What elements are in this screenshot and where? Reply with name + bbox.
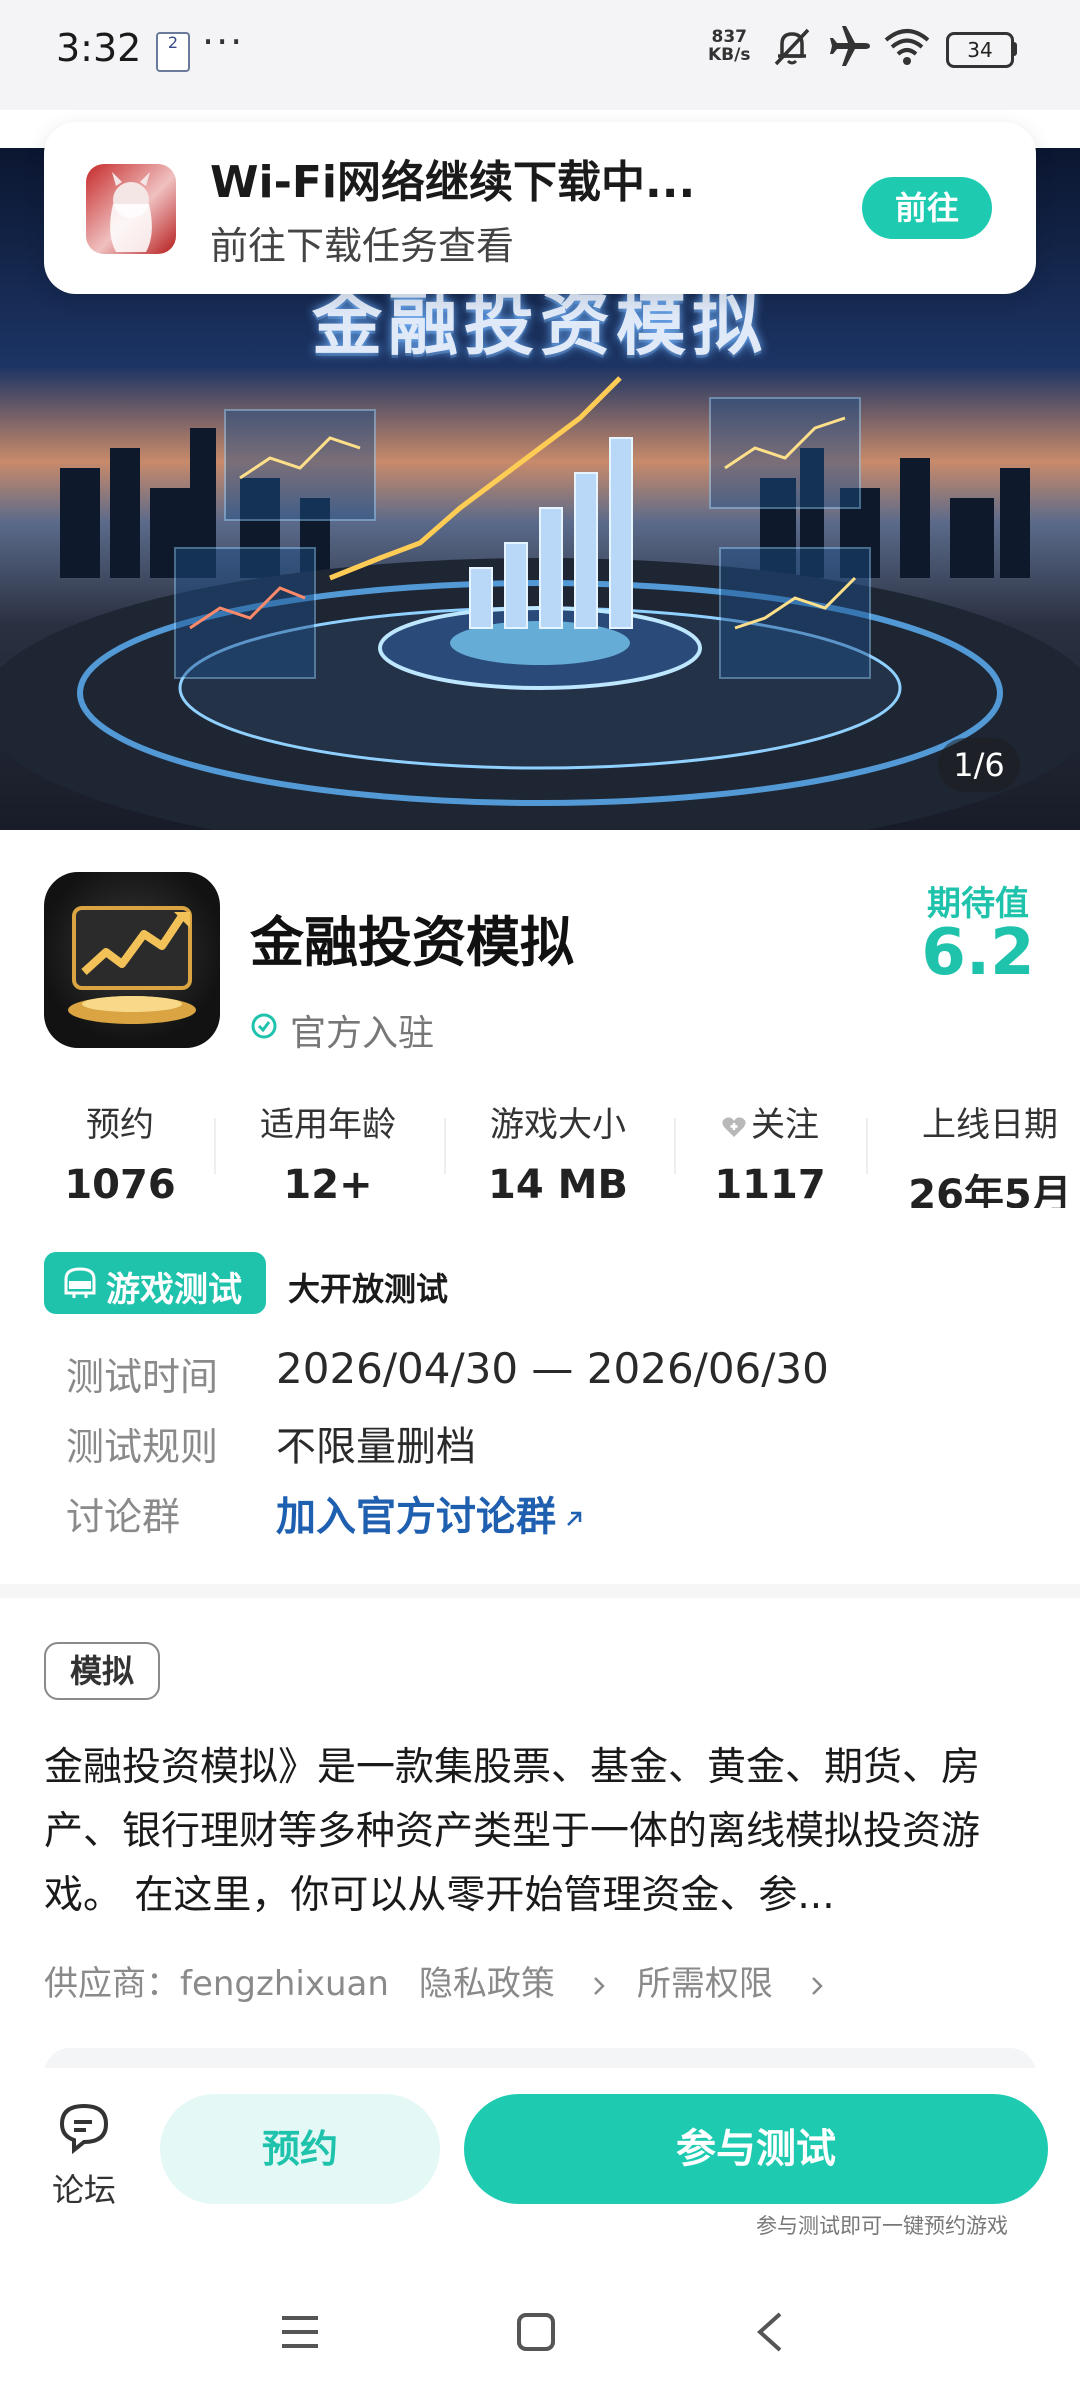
divider bbox=[866, 1118, 868, 1174]
stat-value: 12+ bbox=[283, 1162, 373, 1208]
more-notifications-icon: ··· bbox=[202, 20, 245, 64]
stat-reservations: 预约 1076 bbox=[10, 1098, 230, 1208]
stat-label: 上线日期 bbox=[922, 1105, 1058, 1145]
divider bbox=[214, 1118, 216, 1174]
join-discussion-link[interactable]: 加入官方讨论群 bbox=[276, 1484, 586, 1542]
stat-label-text: 关注 bbox=[751, 1105, 819, 1145]
section-divider bbox=[0, 1584, 1080, 1598]
join-test-hint: 参与测试即可一键预约游戏 bbox=[756, 2214, 1008, 2238]
test-time-label: 测试时间 bbox=[66, 1355, 219, 1399]
test-time-value: 2026/04/30 — 2026/06/30 bbox=[276, 1344, 829, 1393]
permissions-link[interactable]: 所需权限 bbox=[637, 1964, 825, 2004]
stat-label: 适用年龄 bbox=[260, 1105, 396, 1145]
stat-label: 游戏大小 bbox=[490, 1105, 626, 1145]
battery-indicator: 34 bbox=[946, 32, 1014, 68]
stat-label: 预约 bbox=[86, 1105, 154, 1145]
stat-value: 1117 bbox=[714, 1162, 826, 1208]
test-rule-value: 不限量删档 bbox=[276, 1424, 476, 1470]
test-type: 大开放测试 bbox=[288, 1270, 449, 1308]
notification-subtitle: 前往下载任务查看 bbox=[210, 224, 515, 268]
app-name: 金融投资模拟 bbox=[250, 911, 574, 974]
official-verified-label: 官方入驻 bbox=[290, 1013, 435, 1054]
chevron-right-icon bbox=[812, 1976, 823, 1995]
privacy-policy-link[interactable]: 隐私政策 bbox=[419, 1964, 607, 2004]
app-icon bbox=[44, 872, 220, 1048]
stats-row: 预约 1076 适用年龄 12+ 游戏大小 14 MB 关注 1117 上线日期… bbox=[0, 1098, 1080, 1208]
meta-links-row: 供应商：fengzhixuan 隐私政策 所需权限 bbox=[44, 1956, 855, 2005]
airplane-mode-icon bbox=[830, 26, 870, 66]
follow-heart-icon bbox=[722, 1116, 746, 1137]
home-icon[interactable] bbox=[514, 2310, 558, 2354]
chevron-right-icon bbox=[594, 1976, 605, 1995]
game-description[interactable]: 金融投资模拟》是一款集股票、基金、黄金、期货、房产、银行理财等多种资产类型于一体… bbox=[44, 1736, 1036, 1928]
stock-chart-icon bbox=[68, 906, 196, 1024]
forum-label[interactable]: 论坛 bbox=[52, 2165, 116, 2211]
reserve-button[interactable]: 预约 bbox=[160, 2094, 440, 2204]
status-time: 3:32 bbox=[56, 26, 142, 70]
game-test-label: 游戏测试 bbox=[106, 1270, 242, 1310]
stat-game-size: 游戏大小 14 MB bbox=[448, 1098, 668, 1208]
back-icon[interactable] bbox=[752, 2310, 788, 2354]
stat-release-date: 上线日期 26年5月 bbox=[880, 1098, 1080, 1208]
notification-app-icon bbox=[86, 164, 176, 254]
stat-value: 26年5月 bbox=[908, 1172, 1072, 1208]
carousel-counter: 1/6 bbox=[938, 738, 1020, 792]
stat-value: 1076 bbox=[64, 1162, 176, 1208]
network-speed: 837 KB/s bbox=[708, 28, 750, 64]
divider bbox=[444, 1118, 446, 1174]
sim-badge: 2 bbox=[156, 32, 190, 72]
go-to-downloads-button[interactable]: 前往 bbox=[862, 177, 992, 239]
network-speed-value: 837 bbox=[711, 27, 747, 47]
test-rule-label: 测试规则 bbox=[66, 1425, 219, 1469]
battery-tip bbox=[1012, 42, 1017, 56]
external-link-icon bbox=[567, 1511, 582, 1526]
discussion-group-label: 讨论群 bbox=[66, 1495, 181, 1539]
genre-tag[interactable]: 模拟 bbox=[44, 1642, 160, 1700]
character-art-icon bbox=[110, 172, 152, 252]
test-icon bbox=[64, 1267, 96, 1298]
supplier-label: 供应商：fengzhixuan bbox=[44, 1964, 389, 2004]
verified-icon bbox=[251, 1013, 277, 1039]
stat-value: 14 MB bbox=[488, 1162, 628, 1208]
mute-icon bbox=[774, 28, 810, 66]
permissions-text[interactable]: 所需权限 bbox=[637, 1964, 773, 2004]
join-discussion-text[interactable]: 加入官方讨论群 bbox=[276, 1494, 556, 1540]
privacy-policy-text[interactable]: 隐私政策 bbox=[419, 1964, 555, 2004]
stat-label-row: 关注 bbox=[660, 1098, 880, 1152]
stat-followers[interactable]: 关注 1117 bbox=[660, 1098, 880, 1208]
join-test-button[interactable]: 参与测试 bbox=[464, 2094, 1048, 2204]
notification-title: Wi-Fi网络继续下载中... bbox=[210, 157, 696, 208]
expectation-score: 6.2 bbox=[921, 916, 1035, 990]
wifi-icon bbox=[884, 29, 930, 65]
network-speed-unit: KB/s bbox=[708, 45, 751, 65]
recent-apps-icon[interactable] bbox=[278, 2312, 322, 2352]
forum-icon[interactable] bbox=[56, 2100, 112, 2154]
stat-age-rating: 适用年龄 12+ bbox=[218, 1098, 438, 1208]
